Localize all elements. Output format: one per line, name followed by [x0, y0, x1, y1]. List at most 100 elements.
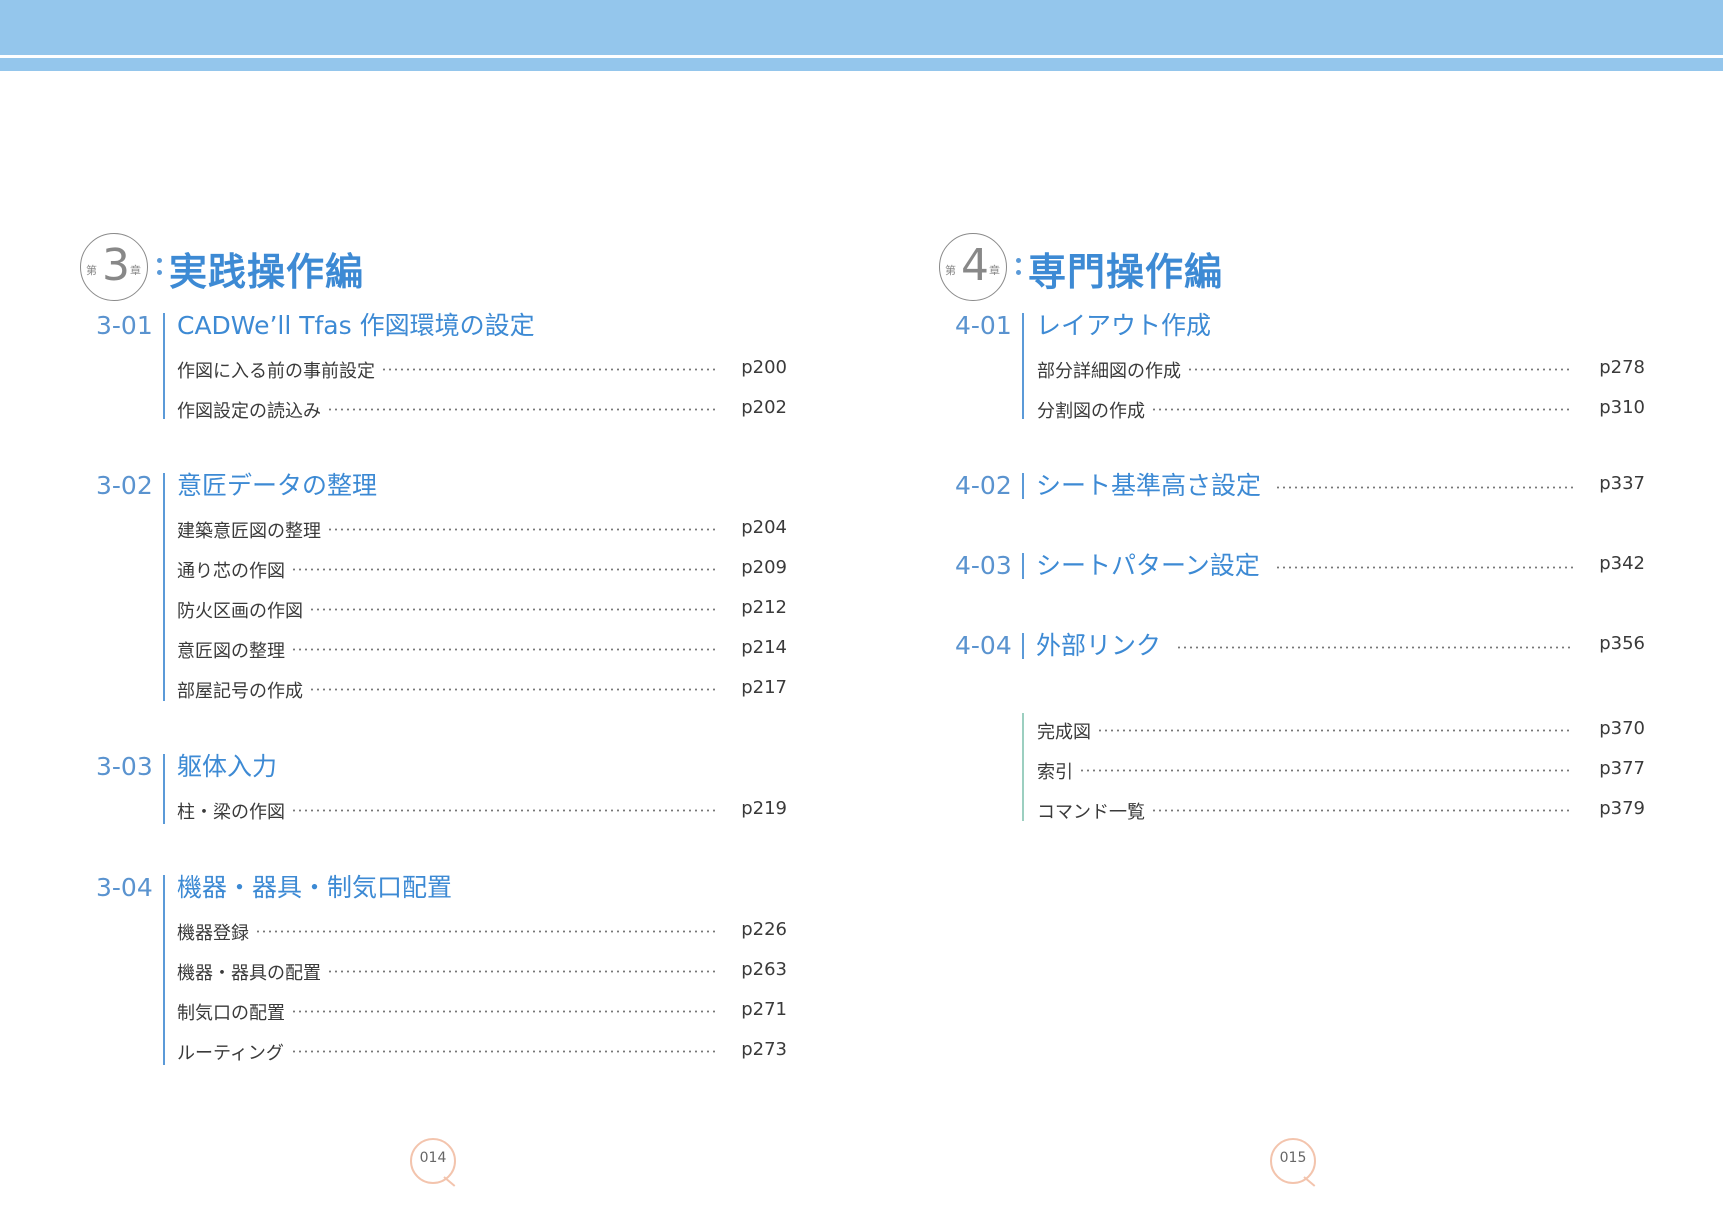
section-bar [1022, 553, 1024, 579]
section-4-03[interactable]: 4-03 シートパターン設定 p342 [955, 549, 1645, 583]
entry-page: p202 [741, 397, 787, 418]
section-title: 躯体入力 [177, 752, 278, 781]
section-page: p356 [1599, 633, 1645, 654]
section-bar [163, 473, 165, 701]
page-badge-tail [443, 1176, 456, 1187]
entry-label: 作図設定の読込み [177, 397, 327, 423]
header-band-stripe [0, 58, 1723, 71]
entry-label: 通り芯の作図 [177, 557, 291, 583]
section-number: 4-02 [955, 471, 1012, 500]
toc-entry[interactable]: ルーティング p273 [177, 1033, 787, 1065]
entry-label: 機器・器具の配置 [177, 959, 327, 985]
toc-entry[interactable]: 分割図の作成 p310 [1037, 391, 1645, 423]
section-title: 外部リンク [1036, 631, 1162, 660]
entry-label: 機器登録 [177, 919, 255, 945]
entry-label: 意匠図の整理 [177, 637, 291, 663]
entry-page: p212 [741, 597, 787, 618]
entry-page: p379 [1599, 798, 1645, 819]
entry-label: コマンド一覧 [1037, 798, 1151, 824]
entry-page: p310 [1599, 397, 1645, 418]
chapter-title: 専門操作編 [1028, 250, 1224, 294]
dot-leader [1176, 646, 1573, 649]
section-bar [163, 875, 165, 1065]
section-bar [1022, 473, 1024, 499]
toc-entry[interactable]: 部分詳細図の作成 p278 [1037, 351, 1645, 383]
appendix-bar [1022, 713, 1024, 821]
entry-label: ルーティング [177, 1039, 290, 1065]
entry-page: p377 [1599, 758, 1645, 779]
toc-entry[interactable]: 機器登録 p226 [177, 913, 787, 945]
header-band [0, 0, 1723, 72]
chapter-number: 3 [102, 240, 130, 291]
entry-label: 完成図 [1037, 718, 1097, 744]
toc-entry[interactable]: 意匠図の整理 p214 [177, 631, 787, 663]
entry-page: p263 [741, 959, 787, 980]
toc-entry[interactable]: 作図設定の読込み p202 [177, 391, 787, 423]
entry-label: 制気口の配置 [177, 999, 291, 1025]
entry-page: p214 [741, 637, 787, 658]
entry-label: 建築意匠図の整理 [177, 517, 327, 543]
section-title: シートパターン設定 [1036, 551, 1260, 580]
page-number: 014 [419, 1150, 447, 1166]
dot-leader [177, 930, 715, 933]
section-page: p342 [1599, 553, 1645, 574]
entry-label: 作図に入る前の事前設定 [177, 357, 381, 383]
toc-entry[interactable]: 防火区画の作図 p212 [177, 591, 787, 623]
entry-page: p370 [1599, 718, 1645, 739]
section-bar [1022, 313, 1024, 419]
dot-leader [1275, 486, 1573, 489]
toc-entry[interactable]: 作図に入る前の事前設定 p200 [177, 351, 787, 383]
dot-leader [1037, 769, 1571, 772]
entry-page: p271 [741, 999, 787, 1020]
entry-label: 柱・梁の作図 [177, 798, 291, 824]
chapter-title: 実践操作編 [169, 250, 365, 294]
appendix-entry[interactable]: 完成図 p370 [1037, 712, 1645, 744]
section-4-04[interactable]: 4-04 外部リンク p356 [955, 629, 1645, 663]
entry-page: p219 [741, 798, 787, 819]
entry-label: 索引 [1037, 758, 1079, 784]
page-number-badge: 014 [410, 1138, 456, 1187]
section-bar [1022, 633, 1024, 659]
header-band-top [0, 0, 1723, 55]
section-title: レイアウト作成 [1036, 311, 1212, 340]
colon-dots-icon [154, 253, 166, 283]
toc-entry[interactable]: 柱・梁の作図 p219 [177, 792, 787, 824]
section-title: 機器・器具・制気口配置 [177, 873, 453, 902]
colon-dots-icon [1013, 253, 1025, 283]
chapter-number: 4 [961, 240, 989, 291]
section-page: p337 [1599, 473, 1645, 494]
chapter-prefix: 第 [945, 264, 956, 277]
entry-page: p226 [741, 919, 787, 940]
entry-page: p278 [1599, 357, 1645, 378]
toc-entry[interactable]: 建築意匠図の整理 p204 [177, 511, 787, 543]
chapter-suffix: 章 [130, 264, 141, 277]
section-bar [163, 313, 165, 419]
page-badge-tail [1303, 1176, 1316, 1187]
section-title: CADWe’ll Tfas 作図環境の設定 [177, 311, 535, 340]
entry-label: 部屋記号の作成 [177, 677, 309, 703]
appendix-entry[interactable]: 索引 p377 [1037, 752, 1645, 784]
dot-leader [1275, 566, 1573, 569]
entry-label: 分割図の作成 [1037, 397, 1151, 423]
section-4-02[interactable]: 4-02 シート基準高さ設定 p337 [955, 469, 1645, 503]
chapter-suffix: 章 [989, 264, 1000, 277]
appendix-entry[interactable]: コマンド一覧 p379 [1037, 792, 1645, 824]
chapter-prefix: 第 [86, 264, 97, 277]
section-number: 4-03 [955, 551, 1012, 580]
toc-entry[interactable]: 通り芯の作図 p209 [177, 551, 787, 583]
section-title: 意匠データの整理 [177, 471, 378, 500]
toc-entry[interactable]: 部屋記号の作成 p217 [177, 671, 787, 703]
section-bar [163, 754, 165, 824]
entry-label: 部分詳細図の作成 [1037, 357, 1187, 383]
section-title: シート基準高さ設定 [1036, 471, 1262, 500]
entry-page: p204 [741, 517, 787, 538]
entry-page: p200 [741, 357, 787, 378]
page-number: 015 [1279, 1150, 1307, 1166]
toc-entry[interactable]: 機器・器具の配置 p263 [177, 953, 787, 985]
page-number-badge: 015 [1270, 1138, 1316, 1187]
entry-page: p209 [741, 557, 787, 578]
dot-leader [1037, 729, 1571, 732]
toc-entry[interactable]: 制気口の配置 p271 [177, 993, 787, 1025]
section-number: 4-04 [955, 631, 1012, 660]
section-number: 4-01 [955, 311, 1012, 340]
